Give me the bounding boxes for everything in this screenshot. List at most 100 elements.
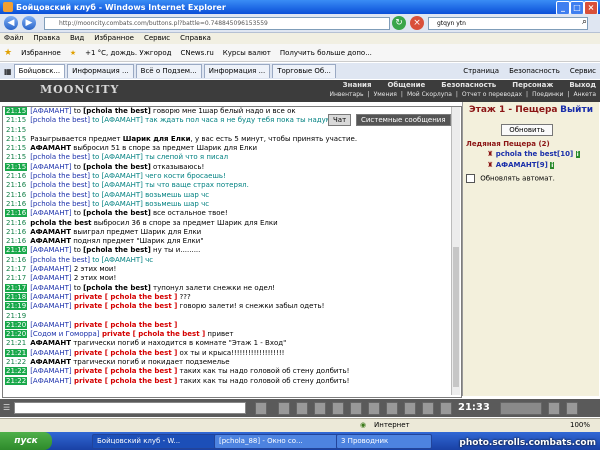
filter-icon[interactable] <box>296 402 308 415</box>
search-icon[interactable]: ⌕ <box>582 17 587 27</box>
chat-nick[interactable]: [АФАМАНТ] <box>30 107 71 115</box>
chat-timestamp[interactable]: 21:17 <box>5 274 27 282</box>
chat-timestamp[interactable]: 21:16 <box>5 200 27 208</box>
chat-nick[interactable]: [pchola the best] <box>30 256 90 264</box>
private-tag[interactable]: private [ pchola the best ] <box>100 330 205 338</box>
task-chat-window[interactable]: [pchola_88] - Окно со... <box>214 434 338 449</box>
game-sub-battles[interactable]: Поединки <box>532 91 563 98</box>
private-tag[interactable]: private [ pchola the best ] <box>72 349 177 357</box>
chat-nick[interactable]: [АФАМАНТ] <box>30 265 71 273</box>
chat-nick[interactable]: [АФАМАНТ] <box>30 246 71 254</box>
chat-scrollbar[interactable] <box>451 107 460 395</box>
chat-timestamp[interactable]: 21:17 <box>5 265 27 273</box>
scrollbar-thumb[interactable] <box>453 247 459 387</box>
chat-timestamp[interactable]: 21:19 <box>5 312 27 320</box>
exit-link[interactable]: Выйти <box>560 105 593 115</box>
chat-timestamp[interactable]: 21:15 <box>5 116 27 124</box>
chat-timestamp[interactable]: 21:16 <box>5 209 28 218</box>
inventory-icon[interactable] <box>386 402 398 415</box>
player-entry[interactable]: ♜ pchola the best[10] i <box>487 150 580 158</box>
player-name[interactable]: pchola the best[10] <box>496 150 573 158</box>
chat-timestamp[interactable]: 21:16 <box>5 219 27 227</box>
chat-timestamp[interactable]: 21:19 <box>5 302 28 311</box>
info-icon[interactable]: i <box>575 151 580 158</box>
chat-nick[interactable]: [АФАМАНТ] <box>30 209 71 217</box>
chat-nick[interactable]: [АФАМАНТ] <box>30 293 71 301</box>
chat-timestamp[interactable]: 21:15 <box>5 126 27 134</box>
go-icon[interactable]: ↻ <box>392 16 406 30</box>
private-tag[interactable]: private [ pchola the best ] <box>72 367 177 375</box>
maximize-button[interactable]: □ <box>570 1 584 15</box>
add-favorite-icon[interactable]: ★ <box>70 49 76 57</box>
tab-dungeon[interactable]: Всё о Подзем... <box>135 64 202 78</box>
menu-view[interactable]: Вид <box>70 33 84 44</box>
battle-icon[interactable] <box>422 402 434 415</box>
zoom-level[interactable]: 100% <box>570 419 590 432</box>
chat-nick[interactable]: [АФАМАНТ] <box>30 367 71 375</box>
game-sub-skills[interactable]: Умения <box>374 91 397 98</box>
clear-icon[interactable] <box>278 402 290 415</box>
refresh-button[interactable]: Обновить <box>501 124 553 136</box>
game-menu-security[interactable]: Безопасность <box>441 81 496 89</box>
search-input[interactable]: gtqyn ytn <box>428 17 588 30</box>
game-menu-character[interactable]: Персонаж <box>512 81 553 89</box>
private-tag[interactable]: private [ pchola the best ] <box>72 321 177 329</box>
send-icon[interactable] <box>255 402 267 415</box>
chat-nick[interactable]: [АФАМАНТ] <box>30 163 71 171</box>
fav-weather[interactable]: +1 °C, дождь. Ужгород <box>85 49 171 57</box>
menu-help[interactable]: Справка <box>180 33 211 44</box>
timer-icon[interactable] <box>404 402 416 415</box>
chat-nick[interactable]: [АФАМАНТ] <box>30 302 71 310</box>
chat-timestamp[interactable]: 21:16 <box>5 228 27 236</box>
chat-timestamp[interactable]: 21:15 <box>5 107 28 115</box>
chat-message-input[interactable] <box>14 402 246 414</box>
chat-nick[interactable]: [pchola the best] <box>30 172 90 180</box>
chat-nick[interactable]: [pchola the best] <box>30 153 90 161</box>
favorites-button[interactable]: Избранное <box>21 49 61 57</box>
tab-combats[interactable]: Бойцовск... <box>13 64 66 78</box>
chat-timestamp[interactable]: 21:22 <box>5 358 27 366</box>
chat-nick[interactable]: [pchola the best] <box>30 191 90 199</box>
exit-icon[interactable] <box>566 402 578 415</box>
game-menu-chat[interactable]: Общение <box>387 81 425 89</box>
menu-tools[interactable]: Сервис <box>144 33 170 44</box>
player-name[interactable]: АФАМАНТ[9] <box>496 161 548 169</box>
start-button[interactable]: пуск <box>0 432 52 450</box>
game-sub-transfers[interactable]: Отчет о переводах <box>462 91 522 98</box>
chat-nick[interactable]: [pchola the best] <box>30 200 90 208</box>
chat-timestamp[interactable]: 21:15 <box>5 135 27 143</box>
tab-trade[interactable]: Торговые Об... <box>272 64 336 78</box>
menu-file[interactable]: Файл <box>4 33 23 44</box>
chat-timestamp[interactable]: 21:16 <box>5 172 27 180</box>
chat-timestamp[interactable]: 21:20 <box>5 330 28 339</box>
translit-icon[interactable] <box>332 402 344 415</box>
chat-nick[interactable]: [АФАМАНТ] <box>30 284 71 292</box>
private-tag[interactable]: private [ pchola the best ] <box>72 293 177 301</box>
chat-timestamp[interactable]: 21:16 <box>5 246 28 255</box>
chat-timestamp[interactable]: 21:15 <box>5 153 27 161</box>
chat-timestamp[interactable]: 21:21 <box>5 348 28 357</box>
fav-cnews[interactable]: CNews.ru <box>180 49 213 57</box>
chat-timestamp[interactable]: 21:21 <box>5 339 27 347</box>
fav-more[interactable]: Получить больше допо... <box>280 49 372 57</box>
chat-timestamp[interactable]: 21:16 <box>5 256 27 264</box>
game-menu-exit[interactable]: Выход <box>569 81 596 89</box>
tab-info-1[interactable]: Информация ... <box>67 64 134 78</box>
tab-system-messages[interactable]: Системные сообщения <box>356 114 451 126</box>
chat-nick[interactable]: [АФАМАНТ] <box>30 349 71 357</box>
chat-nick[interactable]: [АФАМАНТ] <box>30 321 71 329</box>
chat-nick[interactable]: [АФАМАНТ] <box>30 274 71 282</box>
fav-currency[interactable]: Курсы валют <box>223 49 271 57</box>
auto-refresh-row[interactable]: Обновлять автомат. <box>466 174 555 183</box>
chat-timestamp[interactable]: 21:22 <box>5 376 28 385</box>
chat-nick[interactable]: [Содом и Гоморра] <box>30 330 99 338</box>
quick-tabs-icon[interactable]: ▦ <box>4 67 12 76</box>
chat-timestamp[interactable]: 21:22 <box>5 367 28 376</box>
chat-timestamp[interactable]: 21:18 <box>5 292 28 301</box>
stop-icon[interactable]: × <box>410 16 424 30</box>
game-sub-inventory[interactable]: Инвентарь <box>329 91 363 98</box>
tools-menu[interactable]: Сервис <box>570 64 596 78</box>
settings-icon[interactable] <box>548 402 560 415</box>
info-icon[interactable]: i <box>550 162 555 169</box>
chat-timestamp[interactable]: 21:16 <box>5 237 27 245</box>
